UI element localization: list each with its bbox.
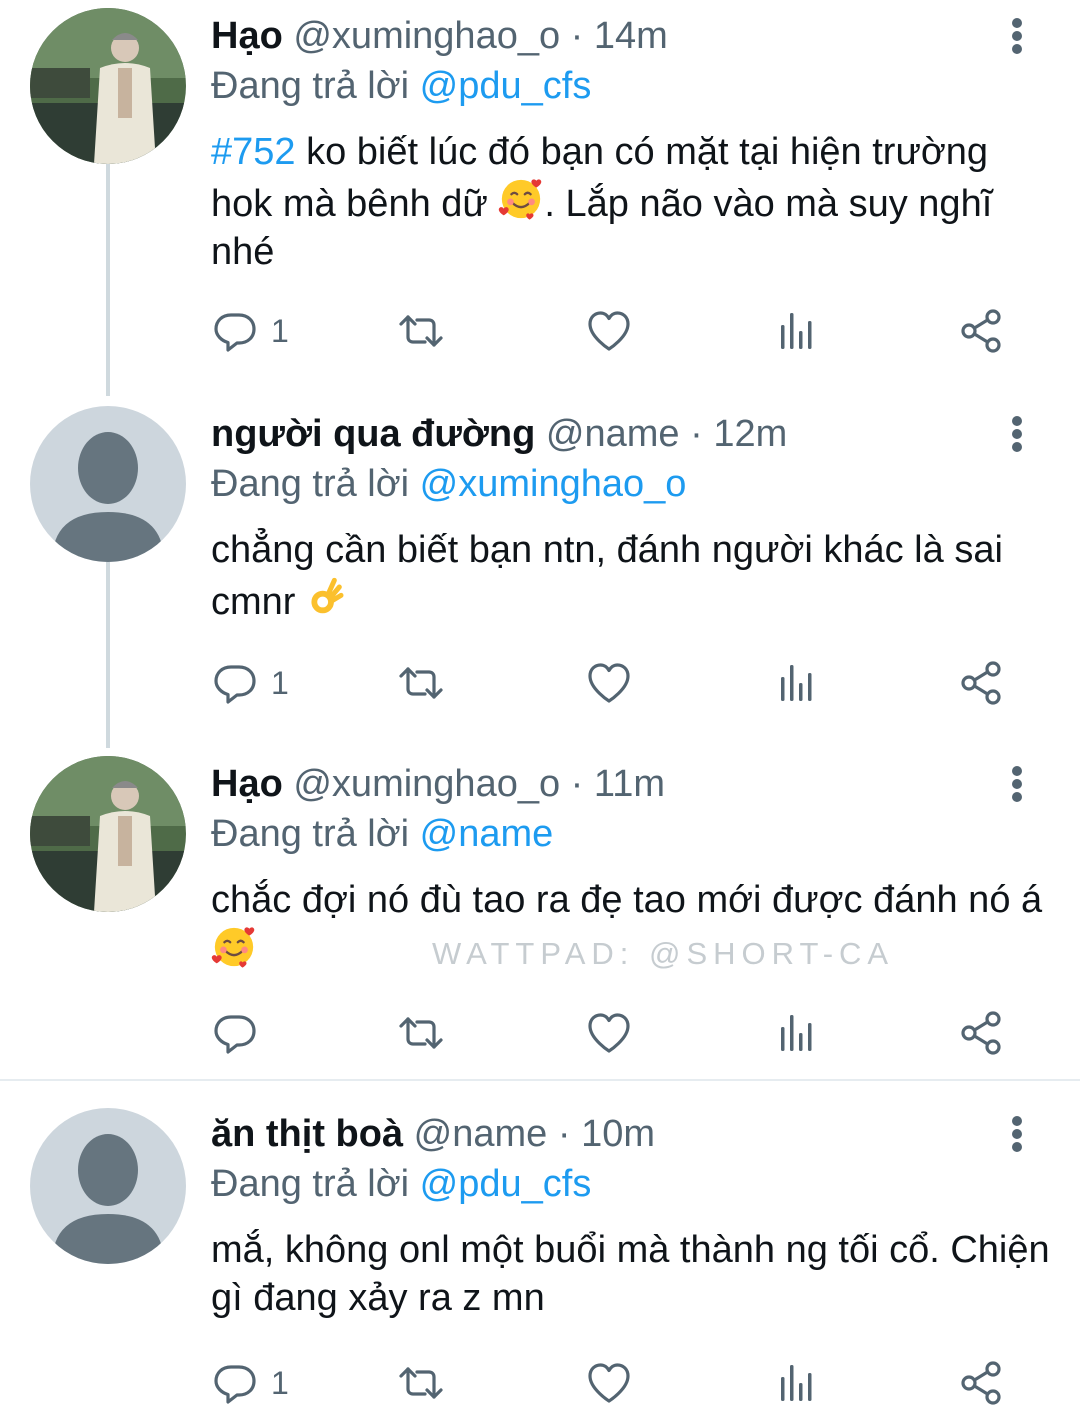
tweet-header: ăn thịt boà @name · 10m [211,1112,990,1156]
tweet-text: chẳng cần biết bạn ntn, đánh người khác … [211,526,1051,626]
reply-prefix: Đang trả lời [211,65,410,107]
reply-to-link[interactable]: @pdu_cfs [420,1163,592,1205]
smiling-face-with-hearts-emoji [498,176,544,222]
reply-button[interactable]: 1 [211,306,289,356]
action-bar: 1 [211,1358,1011,1408]
like-icon [585,307,633,355]
more-icon[interactable] [1002,412,1032,456]
reply-to-link[interactable]: @xuminghao_o [420,463,687,505]
share-icon [957,659,1005,707]
avatar[interactable] [30,1108,186,1264]
thread-line [106,160,110,396]
watermark: WATTPAD: @SHORT-CA [432,936,895,971]
like-button[interactable] [585,1008,633,1058]
like-button[interactable] [585,1358,633,1408]
timestamp[interactable]: · 11m [571,763,665,805]
author-handle[interactable]: @xuminghao_o [293,763,560,805]
retweet-button[interactable] [397,306,445,356]
author-name[interactable]: người qua đường [211,413,535,455]
replying-to: Đang trả lời @pdu_cfs [211,64,591,108]
views-button[interactable] [772,658,820,708]
share-icon [957,1359,1005,1407]
reply-prefix: Đang trả lời [211,1163,410,1205]
avatar[interactable] [30,8,186,164]
avatar[interactable] [30,406,186,562]
thread-line [106,560,110,748]
reply-button[interactable] [211,1008,271,1058]
reply-count: 1 [271,312,289,349]
reply-count: 1 [271,664,289,701]
replying-to: Đang trả lời @xuminghao_o [211,462,686,506]
avatar[interactable] [30,756,186,912]
share-button[interactable] [957,658,1005,708]
share-button[interactable] [957,1008,1005,1058]
hashtag-link[interactable]: #752 [211,131,296,173]
share-button[interactable] [957,306,1005,356]
author-handle[interactable]: @name [414,1113,548,1155]
tweet-text-part: mắ, không onl một buổi mà thành ng tối c… [211,1229,1050,1319]
timestamp[interactable]: · 10m [558,1113,655,1155]
retweet-icon [397,307,445,355]
tweet-header: người qua đường @name · 12m [211,412,990,456]
tweet-text-part: chắc đợi nó đù tao ra đẹ tao mới được đá… [211,879,1043,921]
share-icon [957,1009,1005,1057]
author-name[interactable]: Hạo [211,763,283,805]
reply-icon [211,659,259,707]
ok-hand-emoji [306,574,346,620]
share-icon [957,307,1005,355]
timestamp[interactable]: · 14m [571,15,668,57]
views-icon [772,1359,820,1407]
retweet-button[interactable] [397,658,445,708]
author-handle[interactable]: @name [546,413,680,455]
reply-count: 1 [271,1364,289,1401]
tweet-text: #752 ko biết lúc đó bạn có mặt tại hiện … [211,128,1051,276]
retweet-icon [397,1009,445,1057]
like-icon [585,1009,633,1057]
reply-button[interactable]: 1 [211,658,289,708]
reply-prefix: Đang trả lời [211,463,410,505]
tweet-header: Hạo @xuminghao_o · 14m [211,14,990,58]
share-button[interactable] [957,1358,1005,1408]
retweet-icon [397,659,445,707]
views-button[interactable] [772,306,820,356]
reply-to-link[interactable]: @name [420,813,554,855]
retweet-icon [397,1359,445,1407]
author-name[interactable]: ăn thịt boà [211,1113,403,1155]
action-bar [211,1008,1011,1058]
smiling-face-with-hearts-emoji [211,924,257,970]
reply-to-link[interactable]: @pdu_cfs [420,65,592,107]
like-icon [585,1359,633,1407]
divider [0,1079,1080,1081]
retweet-button[interactable] [397,1008,445,1058]
like-button[interactable] [585,306,633,356]
reply-prefix: Đang trả lời [211,813,410,855]
more-icon[interactable] [1002,14,1032,58]
like-button[interactable] [585,658,633,708]
replying-to: Đang trả lời @name [211,812,553,856]
reply-icon [211,1009,259,1057]
reply-button[interactable]: 1 [211,1358,289,1408]
timestamp[interactable]: · 12m [690,413,787,455]
views-icon [772,659,820,707]
like-icon [585,659,633,707]
replying-to: Đang trả lời @pdu_cfs [211,1162,591,1206]
views-button[interactable] [772,1008,820,1058]
author-name[interactable]: Hạo [211,15,283,57]
action-bar: 1 [211,306,1011,356]
tweet-text: mắ, không onl một buổi mà thành ng tối c… [211,1226,1051,1322]
reply-icon [211,1359,259,1407]
views-icon [772,1009,820,1057]
action-bar: 1 [211,658,1011,708]
retweet-button[interactable] [397,1358,445,1408]
author-handle[interactable]: @xuminghao_o [293,15,560,57]
more-icon[interactable] [1002,1112,1032,1156]
tweet-header: Hạo @xuminghao_o · 11m [211,762,990,806]
views-icon [772,307,820,355]
reply-icon [211,307,259,355]
views-button[interactable] [772,1358,820,1408]
more-icon[interactable] [1002,762,1032,806]
